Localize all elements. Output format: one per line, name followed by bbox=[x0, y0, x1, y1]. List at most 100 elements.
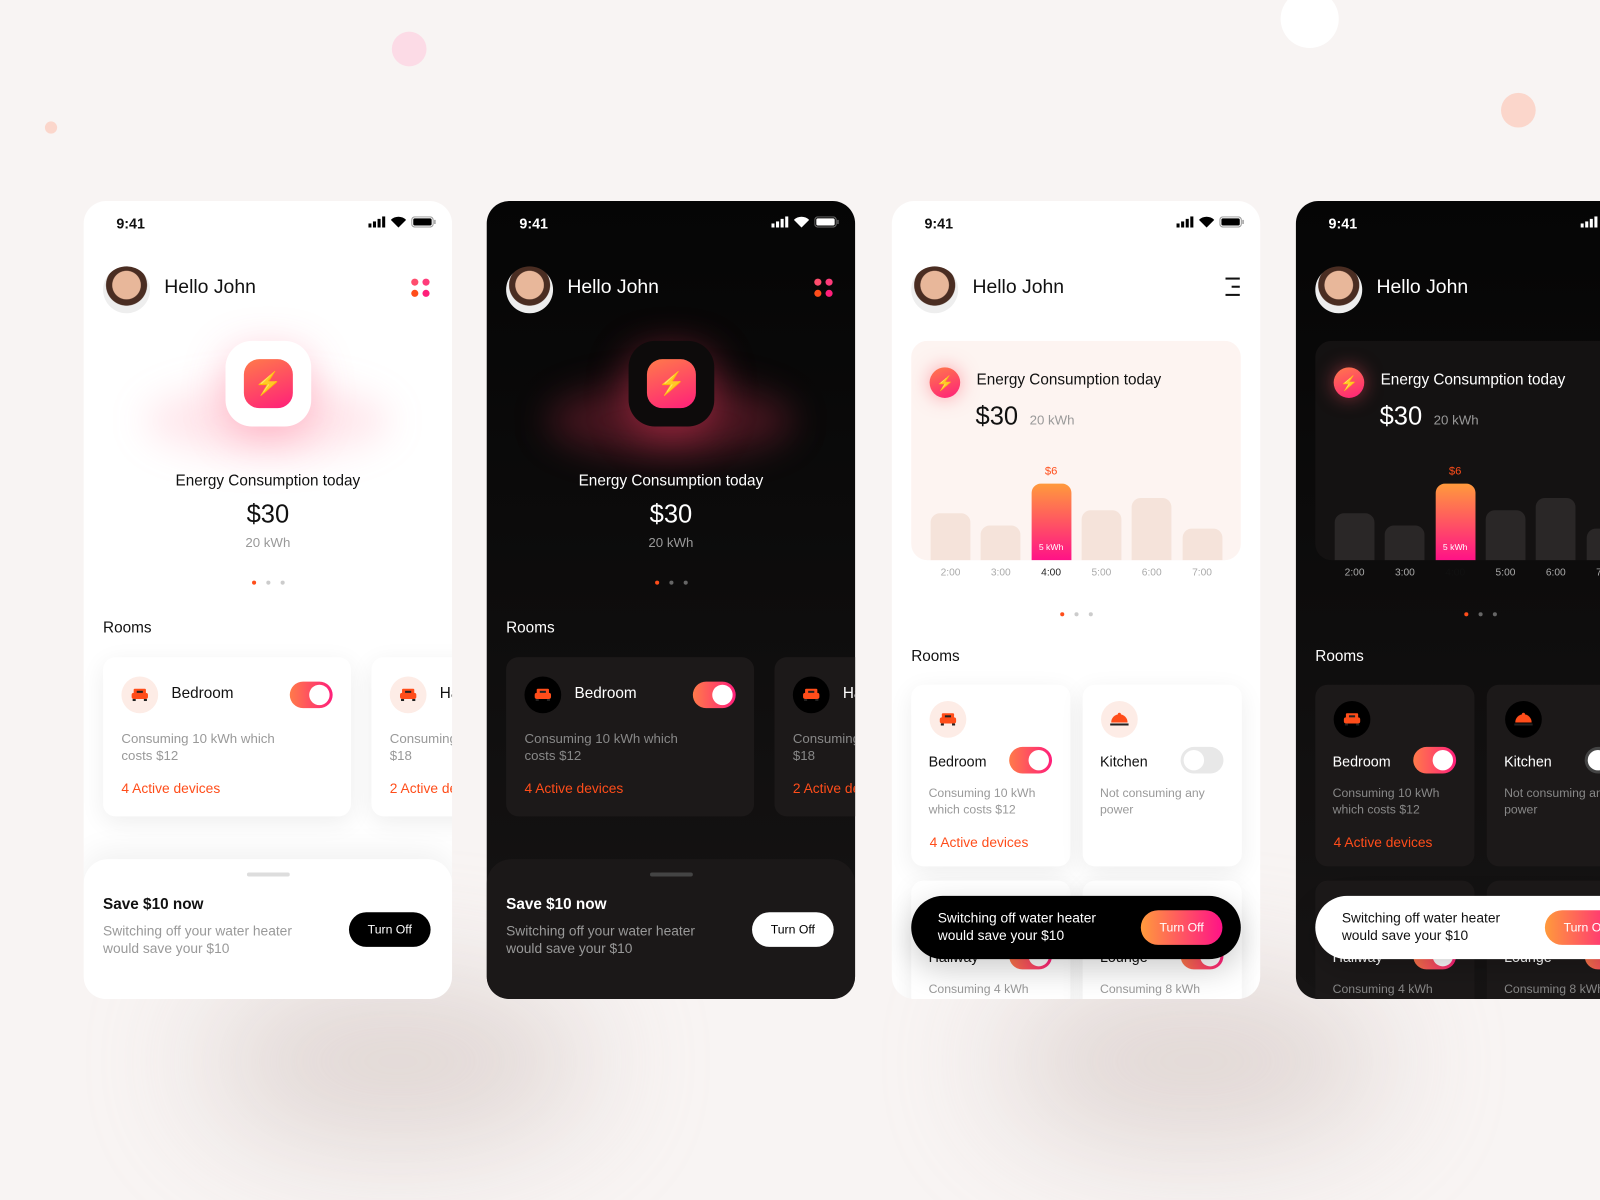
status-icons bbox=[771, 216, 839, 228]
sofa-icon bbox=[389, 676, 427, 714]
room-card[interactable]: Hallway Consuming 4 kWh which costs $18 … bbox=[371, 657, 453, 817]
room-active-devices[interactable]: 4 Active devices bbox=[121, 781, 220, 796]
signal-icon bbox=[1580, 216, 1598, 228]
room-toggle[interactable] bbox=[1180, 746, 1224, 774]
room-desc: Consuming 10 kWh which costs $12 bbox=[1332, 785, 1440, 817]
x-tick-label: 4:00 bbox=[1041, 567, 1062, 579]
x-tick-label: 5:00 bbox=[1091, 567, 1112, 579]
chart-bar[interactable] bbox=[1131, 497, 1172, 561]
status-time: 9:41 bbox=[519, 215, 548, 232]
energy-title: Energy Consumption today bbox=[578, 472, 764, 490]
room-active-devices[interactable]: 2 Active devices bbox=[793, 781, 855, 796]
turn-off-button[interactable]: Turn Off bbox=[1140, 910, 1223, 945]
dots-grid-icon[interactable] bbox=[814, 278, 834, 299]
energy-icon-tile: ⚡ bbox=[628, 340, 715, 427]
room-desc: Consuming 8 kWh bbox=[1504, 981, 1600, 996]
energy-usage: 20 kWh bbox=[1029, 412, 1075, 428]
room-card[interactable]: Bedroom Consuming 10 kWh which costs $12… bbox=[506, 657, 755, 817]
room-toggle[interactable] bbox=[1413, 746, 1457, 774]
sheet-desc: Switching off your water heater would sa… bbox=[103, 923, 292, 957]
energy-cost: $30 bbox=[246, 499, 290, 529]
lightning-icon: ⚡ bbox=[243, 359, 293, 409]
energy-cost: $30 bbox=[649, 499, 693, 529]
room-active-devices[interactable]: 4 Active devices bbox=[524, 781, 623, 796]
energy-title: Energy Consumption today bbox=[976, 371, 1162, 389]
chart-bar[interactable] bbox=[1334, 512, 1375, 561]
x-tick-label: 2:00 bbox=[1344, 567, 1365, 579]
phone-screen-2: 9:41 Hello John ⚡ Energy Consumption tod… bbox=[486, 201, 856, 999]
x-tick-label: 6:00 bbox=[1545, 567, 1566, 579]
x-tick-label: 5:00 bbox=[1495, 567, 1516, 579]
chart-bar[interactable] bbox=[1586, 528, 1600, 561]
chart-bar[interactable] bbox=[1384, 524, 1425, 561]
room-card[interactable]: Hallway Consuming 4 kWh which costs $18 … bbox=[774, 657, 856, 817]
greeting: Hello John bbox=[972, 276, 1065, 298]
avatar[interactable] bbox=[1315, 266, 1363, 314]
page-indicator[interactable] bbox=[487, 580, 855, 585]
page-indicator[interactable] bbox=[84, 580, 452, 585]
signal-icon bbox=[1176, 216, 1194, 228]
room-card[interactable]: Bedroom Consuming 10 kWh which costs $12… bbox=[911, 684, 1071, 867]
sheet-title: Save $10 now bbox=[103, 895, 204, 914]
room-toggle[interactable] bbox=[1009, 746, 1053, 774]
bottom-sheet: Save $10 now Switching off your water he… bbox=[83, 859, 453, 999]
toast-text: Switching off water heater would save yo… bbox=[937, 910, 1097, 943]
room-desc: Consuming 4 kWh which costs $18 bbox=[389, 730, 453, 764]
avatar[interactable] bbox=[506, 266, 554, 314]
page-indicator[interactable] bbox=[892, 612, 1260, 617]
room-toggle[interactable] bbox=[692, 681, 736, 709]
chart-bar[interactable] bbox=[980, 524, 1021, 561]
room-toggle[interactable] bbox=[1584, 746, 1600, 774]
dots-grid-icon[interactable] bbox=[411, 278, 431, 299]
turn-off-button[interactable]: Turn Off bbox=[348, 912, 431, 947]
room-name: Hallway bbox=[439, 684, 452, 703]
savings-toast: Switching off water heater would save yo… bbox=[911, 895, 1241, 960]
room-active-devices[interactable]: 4 Active devices bbox=[1334, 835, 1433, 850]
phone-screen-1: 9:41 Hello John ⚡ Energy Consumption tod… bbox=[83, 201, 453, 999]
room-card[interactable]: Kitchen Not consuming any power bbox=[1082, 684, 1242, 867]
sheet-desc: Switching off your water heater would sa… bbox=[506, 923, 696, 957]
avatar[interactable] bbox=[103, 266, 150, 314]
x-tick-label: 6:00 bbox=[1141, 567, 1162, 579]
status-time: 9:41 bbox=[924, 215, 954, 232]
sheet-handle[interactable] bbox=[649, 872, 693, 877]
room-toggle[interactable] bbox=[289, 681, 333, 709]
page-indicator[interactable] bbox=[1296, 612, 1600, 617]
room-name: Bedroom bbox=[1332, 753, 1391, 770]
avatar[interactable] bbox=[911, 266, 959, 314]
room-active-devices[interactable]: 4 Active devices bbox=[930, 835, 1029, 850]
room-desc: Consuming 4 kWh bbox=[1332, 981, 1433, 996]
toast-text: Switching off water heater would save yo… bbox=[1341, 910, 1501, 943]
energy-title: Energy Consumption today bbox=[1380, 371, 1566, 389]
x-tick-label: 2:00 bbox=[940, 567, 961, 579]
decor-circle bbox=[391, 31, 427, 67]
chart-bar[interactable] bbox=[1081, 509, 1122, 561]
rooms-title: Rooms bbox=[506, 619, 555, 637]
greeting: Hello John bbox=[567, 276, 659, 298]
room-active-devices[interactable]: 2 Active devices bbox=[390, 781, 452, 796]
chart-bar[interactable] bbox=[1485, 509, 1526, 561]
signal-icon bbox=[368, 216, 386, 228]
toggle-knob bbox=[1432, 749, 1454, 771]
room-card[interactable]: Bedroom Consuming 10 kWh which costs $12… bbox=[103, 657, 352, 817]
room-card[interactable]: Bedroom Consuming 10 kWh which costs $12… bbox=[1315, 684, 1475, 867]
chart-bar[interactable] bbox=[1182, 528, 1222, 561]
turn-off-button[interactable]: Turn Off bbox=[752, 912, 834, 947]
sheet-handle[interactable] bbox=[246, 872, 290, 877]
chart-bar[interactable] bbox=[1535, 497, 1576, 561]
sofa-icon bbox=[929, 701, 967, 738]
room-desc: Consuming 10 kWh which costs $12 bbox=[928, 785, 1036, 817]
room-card[interactable]: Kitchen Not consuming any power bbox=[1486, 684, 1600, 867]
decor-circle bbox=[44, 121, 58, 134]
toggle-knob bbox=[1028, 749, 1049, 771]
room-name: Bedroom bbox=[928, 753, 987, 770]
room-name: Bedroom bbox=[574, 684, 637, 703]
savings-toast: Switching off water heater would save yo… bbox=[1315, 895, 1600, 960]
chart-bar[interactable] bbox=[930, 512, 971, 561]
toggle-knob bbox=[1183, 749, 1205, 771]
shadow bbox=[204, 979, 592, 1143]
turn-off-button[interactable]: Turn Off bbox=[1544, 910, 1600, 945]
menu-icon[interactable] bbox=[1225, 277, 1240, 296]
room-name: Bedroom bbox=[171, 684, 234, 703]
status-time: 9:41 bbox=[116, 215, 145, 232]
